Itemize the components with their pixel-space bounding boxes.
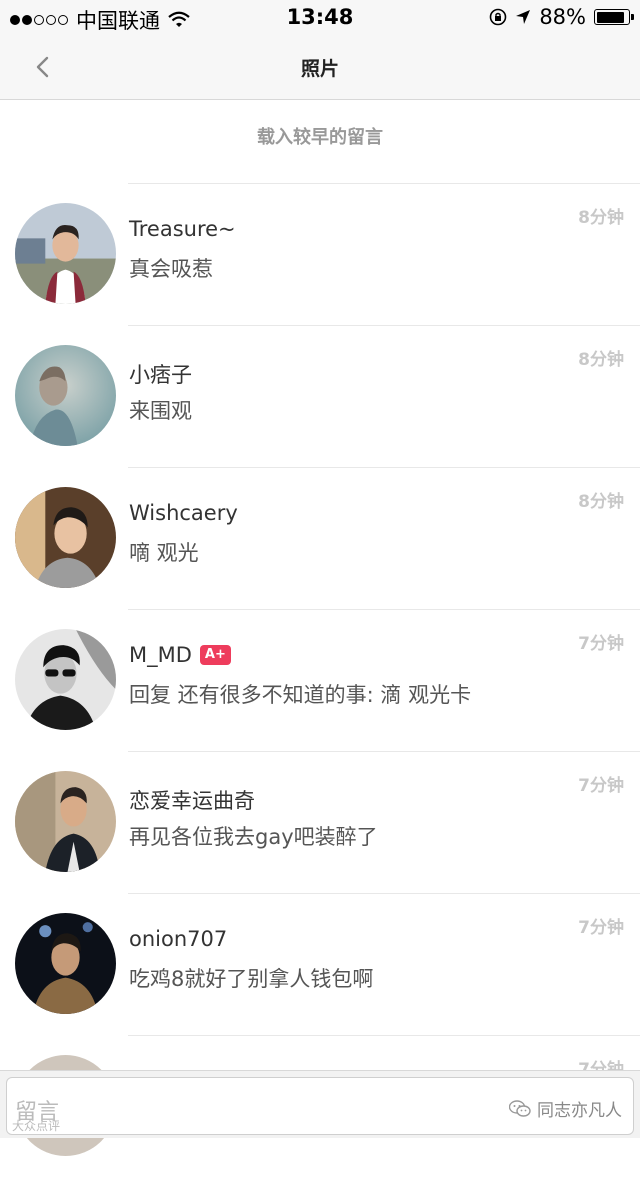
comment-time: 7分钟 xyxy=(578,776,624,796)
comment-row[interactable]: onion707 吃鸡8就好了别拿人钱包啊 7分钟 xyxy=(0,893,640,1035)
avatar[interactable] xyxy=(15,345,116,446)
status-bar: 中国联通 13:48 88% xyxy=(0,0,640,34)
commenter-name[interactable]: Treasure~ xyxy=(129,217,236,241)
watermark-right-text: 同志亦凡人 xyxy=(537,1101,622,1121)
watermark-right: 同志亦凡人 xyxy=(509,1096,622,1121)
load-earlier-comments-button[interactable]: 载入较早的留言 xyxy=(0,100,640,184)
comment-text: 吃鸡8就好了别拿人钱包啊 xyxy=(129,967,374,991)
avatar[interactable] xyxy=(15,629,116,730)
comment-row[interactable]: Treasure~ 真会吸惹 8分钟 xyxy=(0,183,640,325)
divider xyxy=(128,893,640,894)
rotation-lock-icon xyxy=(490,8,507,26)
divider xyxy=(128,183,640,184)
comment-text: 来围观 xyxy=(129,399,192,423)
comment-time: 7分钟 xyxy=(578,918,624,938)
comment-time: 8分钟 xyxy=(578,208,624,228)
comment-time: 8分钟 xyxy=(578,492,624,512)
comment-row[interactable]: 小痞子 来围观 8分钟 xyxy=(0,325,640,467)
divider xyxy=(128,1035,640,1036)
battery-icon xyxy=(594,9,634,25)
divider xyxy=(128,751,640,752)
avatar[interactable] xyxy=(15,771,116,872)
divider xyxy=(128,467,640,468)
comment-text: 再见各位我去gay吧装醉了 xyxy=(129,825,378,849)
vip-badge: A+ xyxy=(199,645,231,665)
nav-bar: 照片 xyxy=(0,34,640,100)
avatar[interactable] xyxy=(15,913,116,1014)
comment-row[interactable]: M_MD A+ 回复 还有很多不知道的事: 滴 观光卡 7分钟 xyxy=(0,609,640,751)
page-title: 照片 xyxy=(300,58,339,80)
comment-text: 回复 还有很多不知道的事: 滴 观光卡 xyxy=(129,683,472,707)
status-right: 88% xyxy=(489,5,634,29)
commenter-name[interactable]: 恋爱幸运曲奇 xyxy=(129,785,255,815)
commenter-name[interactable]: 小痞子 xyxy=(129,359,192,389)
comment-time: 8分钟 xyxy=(578,350,624,370)
commenter-name[interactable]: M_MD A+ xyxy=(129,643,231,667)
comment-list: Treasure~ 真会吸惹 8分钟 小痞子 来围观 8分钟 Wishcaery… xyxy=(0,183,640,1177)
battery-percent: 88% xyxy=(539,5,586,29)
comment-text: 真会吸惹 xyxy=(129,257,213,281)
commenter-name[interactable]: onion707 xyxy=(129,927,227,951)
divider xyxy=(128,325,640,326)
comment-row[interactable]: 恋爱幸运曲奇 再见各位我去gay吧装醉了 7分钟 xyxy=(0,751,640,893)
comment-text: 嘀 观光 xyxy=(129,541,199,565)
wechat-icon xyxy=(509,1099,531,1117)
comment-row[interactable]: Wishcaery 嘀 观光 8分钟 xyxy=(0,467,640,609)
comment-time: 7分钟 xyxy=(578,634,624,654)
avatar[interactable] xyxy=(15,203,116,304)
avatar[interactable] xyxy=(15,487,116,588)
watermark-left: 大众点评 xyxy=(12,1119,61,1133)
location-arrow-icon xyxy=(516,10,531,24)
commenter-name[interactable]: Wishcaery xyxy=(129,501,238,525)
divider xyxy=(128,609,640,610)
